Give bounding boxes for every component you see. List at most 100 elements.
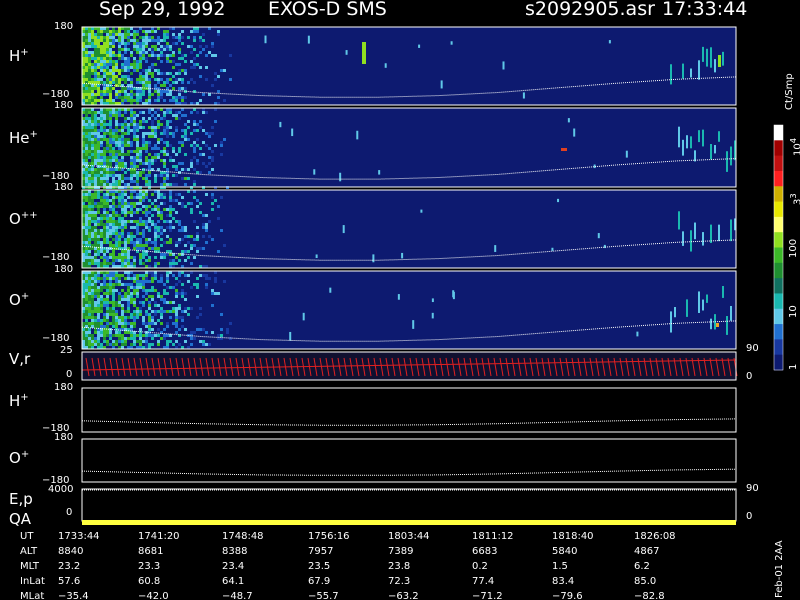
heatmap-cell — [136, 313, 139, 316]
heatmap-cell — [109, 292, 112, 295]
heatmap-cell — [136, 247, 139, 250]
heatmap-cell — [127, 220, 130, 223]
heatmap-cell — [91, 111, 94, 114]
row-label: ALT — [20, 546, 38, 557]
heatmap-cell — [130, 150, 133, 153]
heatmap-cell — [124, 292, 127, 295]
heatmap-cell — [97, 280, 100, 283]
qa-bar — [82, 520, 736, 525]
heatmap-cell — [103, 117, 106, 120]
heatmap-cell — [169, 144, 172, 147]
heatmap-cell — [121, 69, 124, 72]
heatmap-cell — [133, 259, 136, 262]
heatmap-cell — [217, 75, 220, 78]
heatmap-cell — [112, 211, 115, 214]
heatmap-cell — [124, 165, 127, 168]
heatmap-cell — [109, 63, 112, 66]
heatmap-cell — [97, 135, 100, 138]
heatmap-cell — [169, 54, 172, 57]
heatmap-cell — [178, 304, 181, 307]
heatmap-cell — [118, 183, 121, 186]
heatmap-cell — [100, 66, 103, 69]
heatmap-cell — [154, 156, 157, 159]
heatmap-cell — [193, 129, 196, 132]
heatmap-cell — [115, 325, 118, 328]
heatmap-cell — [112, 72, 115, 75]
heatmap-cell — [91, 313, 94, 316]
heatmap-cell — [88, 150, 91, 153]
heatmap-cell — [154, 244, 157, 247]
heatmap-cell — [686, 135, 688, 149]
heatmap-cell — [184, 72, 187, 75]
heatmap-cell — [145, 99, 148, 102]
heatmap-cell — [130, 171, 133, 174]
heatmap-cell — [205, 343, 208, 346]
heatmap-cell — [121, 90, 124, 93]
heatmap-cell — [181, 144, 184, 147]
heatmap-cell — [160, 93, 163, 96]
heatmap-cell — [154, 45, 157, 48]
heatmap-cell — [166, 90, 169, 93]
heatmap-cell — [145, 84, 148, 87]
heatmap-cell — [88, 51, 91, 54]
heatmap-cell — [91, 319, 94, 322]
heatmap-cell — [184, 250, 187, 253]
heatmap-cell — [157, 147, 160, 150]
heatmap-cell — [211, 196, 214, 199]
heatmap-cell — [103, 280, 106, 283]
heatmap-cell — [148, 334, 151, 337]
heatmap-cell — [118, 337, 121, 340]
heatmap-cell — [106, 289, 109, 292]
heatmap-cell — [85, 96, 88, 99]
heatmap-cell — [154, 223, 157, 226]
heatmap-cell — [97, 232, 100, 235]
heatmap-cell — [157, 99, 160, 102]
heatmap-cell — [85, 42, 88, 45]
heatmap-cell — [118, 39, 121, 42]
heatmap-cell — [166, 129, 169, 132]
heatmap-cell — [178, 229, 181, 232]
heatmap-cell — [109, 93, 112, 96]
heatmap-cell — [211, 42, 214, 45]
heatmap-cell — [94, 214, 97, 217]
heatmap-cell — [199, 211, 202, 214]
heatmap-cell — [121, 141, 124, 144]
heatmap-cell — [94, 39, 97, 42]
heatmap-cell — [157, 292, 160, 295]
heatmap-cell — [145, 33, 148, 36]
heatmap-cell — [160, 214, 163, 217]
heatmap-cell — [109, 45, 112, 48]
heatmap-cell — [94, 289, 97, 292]
heatmap-cell — [127, 262, 130, 265]
heatmap-cell — [103, 120, 106, 123]
heatmap-cell — [184, 153, 187, 156]
heatmap-cell — [154, 301, 157, 304]
heatmap-cell — [181, 292, 184, 295]
heatmap-cell — [157, 229, 160, 232]
heatmap-cell — [154, 232, 157, 235]
heatmap-cell — [85, 48, 88, 51]
heatmap-cell — [139, 340, 142, 343]
heatmap-cell — [109, 114, 112, 117]
heatmap-cell — [121, 223, 124, 226]
colorbar-segment — [774, 170, 783, 187]
heatmap-cell — [196, 277, 199, 280]
heatmap-cell — [145, 78, 148, 81]
heatmap-cell — [214, 72, 217, 75]
heatmap-cell — [112, 87, 115, 90]
heatmap-cell — [112, 226, 115, 229]
table-cell: −82.8 — [634, 591, 665, 600]
heatmap-cell — [112, 45, 115, 48]
heatmap-cell — [115, 340, 118, 343]
heatmap-cell — [193, 141, 196, 144]
heatmap-cell — [172, 36, 175, 39]
heatmap-cell — [151, 241, 154, 244]
heatmap-cell — [160, 253, 163, 256]
heatmap-cell — [103, 63, 106, 66]
table-cell: −48.7 — [222, 591, 253, 600]
heatmap-cell — [169, 193, 172, 196]
heatmap-cell — [145, 45, 148, 48]
heatmap-cell — [193, 36, 196, 39]
heatmap-cell — [94, 123, 97, 126]
heatmap-cell — [154, 144, 157, 147]
